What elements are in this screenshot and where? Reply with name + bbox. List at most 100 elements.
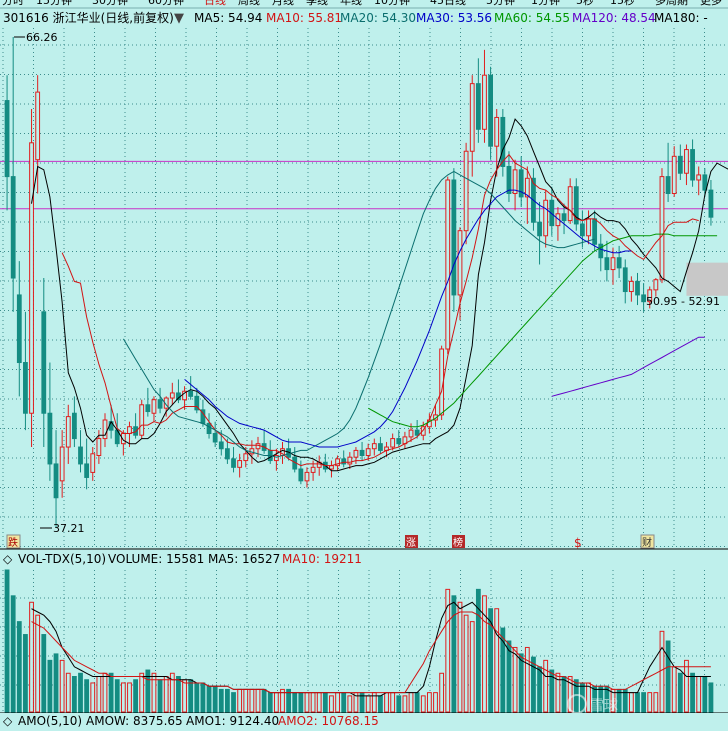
candle-body[interactable] xyxy=(685,150,689,174)
candle-body[interactable] xyxy=(54,464,58,498)
volume-bar[interactable] xyxy=(672,667,676,712)
candle-body[interactable] xyxy=(623,268,627,292)
volume-bar[interactable] xyxy=(97,677,101,713)
toolbar-tab-1[interactable]: 15分钟 xyxy=(36,0,72,7)
volume-bar[interactable] xyxy=(17,622,21,712)
volume-bar[interactable] xyxy=(691,673,695,712)
candle-body[interactable] xyxy=(691,150,695,180)
volume-bar[interactable] xyxy=(538,667,542,712)
volume-bar[interactable] xyxy=(470,622,474,712)
candle-body[interactable] xyxy=(464,151,468,230)
volume-bar[interactable] xyxy=(415,693,419,712)
volume-bar[interactable] xyxy=(262,689,266,712)
toolbar-tab-12[interactable]: 1分钟 xyxy=(531,0,560,7)
candle-body[interactable] xyxy=(483,75,487,129)
volume-bar[interactable] xyxy=(293,693,297,712)
volume-bar[interactable] xyxy=(36,615,40,712)
candle-body[interactable] xyxy=(91,454,95,473)
toolbar-tab-5[interactable]: 周线 xyxy=(238,0,260,7)
volume-bar[interactable] xyxy=(85,680,89,712)
volume-bar[interactable] xyxy=(24,635,28,712)
volume-bar[interactable] xyxy=(391,693,395,712)
volume-bar[interactable] xyxy=(232,693,236,712)
candle-body[interactable] xyxy=(213,434,217,442)
volume-bar[interactable] xyxy=(434,693,438,712)
candle-body[interactable] xyxy=(379,444,383,451)
volume-bar[interactable] xyxy=(72,677,76,713)
candle-body[interactable] xyxy=(11,177,15,278)
candle-body[interactable] xyxy=(238,461,242,468)
candle-body[interactable] xyxy=(562,214,566,221)
candle-body[interactable] xyxy=(366,449,370,456)
volume-bar[interactable] xyxy=(342,693,346,712)
volume-bar[interactable] xyxy=(48,660,52,712)
candle-body[interactable] xyxy=(470,84,474,152)
toolbar-tab-13[interactable]: 5秒 xyxy=(576,0,594,7)
toolbar-tab-6[interactable]: 月线 xyxy=(272,0,294,7)
volume-bar[interactable] xyxy=(164,677,168,713)
candle-body[interactable] xyxy=(79,447,83,464)
toolbar-tab-15[interactable]: 多周期 xyxy=(655,0,688,7)
volume-bar[interactable] xyxy=(250,689,254,712)
volume-bar[interactable] xyxy=(195,683,199,712)
candle-body[interactable] xyxy=(244,454,248,461)
candle-body[interactable] xyxy=(232,459,236,467)
candle-body[interactable] xyxy=(397,439,401,444)
volume-bar[interactable] xyxy=(207,686,211,712)
marker-dividend[interactable]: $ xyxy=(574,536,582,550)
candle-body[interactable] xyxy=(617,258,621,268)
volume-bar[interactable] xyxy=(636,693,640,712)
toolbar-tab-16[interactable]: 更多 xyxy=(700,0,722,7)
marker-rank[interactable]: 榜 xyxy=(453,536,463,549)
volume-bar[interactable] xyxy=(697,677,701,713)
volume-bar[interactable] xyxy=(629,693,633,712)
volume-bar[interactable] xyxy=(121,683,125,712)
volume-bar[interactable] xyxy=(311,693,315,712)
volume-bar[interactable] xyxy=(642,693,646,712)
candle-body[interactable] xyxy=(678,156,682,173)
candle-body[interactable] xyxy=(48,413,52,464)
candle-body[interactable] xyxy=(391,439,395,447)
volume-bar[interactable] xyxy=(427,693,431,712)
candle-body[interactable] xyxy=(709,190,713,217)
candle-body[interactable] xyxy=(24,363,28,414)
candle-body[interactable] xyxy=(587,219,591,236)
volume-bar[interactable] xyxy=(91,683,95,712)
candle-body[interactable] xyxy=(189,391,193,396)
candle-body[interactable] xyxy=(495,117,499,146)
candle-body[interactable] xyxy=(330,466,334,469)
volume-bar[interactable] xyxy=(403,696,407,712)
volume-bar[interactable] xyxy=(226,689,230,712)
candle-body[interactable] xyxy=(72,413,76,438)
volume-bar[interactable] xyxy=(654,693,658,712)
volume-bar[interactable] xyxy=(103,673,107,712)
volume-bar[interactable] xyxy=(42,635,46,712)
candle-body[interactable] xyxy=(666,177,670,194)
toolbar-tab-8[interactable]: 年线 xyxy=(340,0,362,7)
volume-bar[interactable] xyxy=(703,677,707,713)
candle-body[interactable] xyxy=(97,439,101,456)
volume-bar[interactable] xyxy=(128,683,132,712)
candle-body[interactable] xyxy=(60,447,64,481)
volume-bar[interactable] xyxy=(397,696,401,712)
volume-bar[interactable] xyxy=(385,693,389,712)
volume-bar[interactable] xyxy=(134,680,138,712)
volume-bar[interactable] xyxy=(409,693,413,712)
volume-bar[interactable] xyxy=(317,693,321,712)
candle-body[interactable] xyxy=(476,84,480,130)
volume-bar[interactable] xyxy=(440,673,444,712)
volume-bar[interactable] xyxy=(532,657,536,712)
toolbar-tab-4[interactable]: 日线 xyxy=(204,0,226,7)
candle-body[interactable] xyxy=(489,75,493,146)
volume-bar[interactable] xyxy=(60,660,64,712)
candle-body[interactable] xyxy=(158,400,162,408)
volume-bar[interactable] xyxy=(66,673,70,712)
dropdown-icon[interactable]: ▼ xyxy=(174,11,184,26)
toolbar-tab-2[interactable]: 30分钟 xyxy=(92,0,128,7)
candle-body[interactable] xyxy=(581,224,585,236)
candle-body[interactable] xyxy=(103,420,107,439)
volume-bar[interactable] xyxy=(30,602,34,712)
candle-body[interactable] xyxy=(507,166,511,193)
candle-body[interactable] xyxy=(672,156,676,193)
volume-bar[interactable] xyxy=(648,693,652,712)
